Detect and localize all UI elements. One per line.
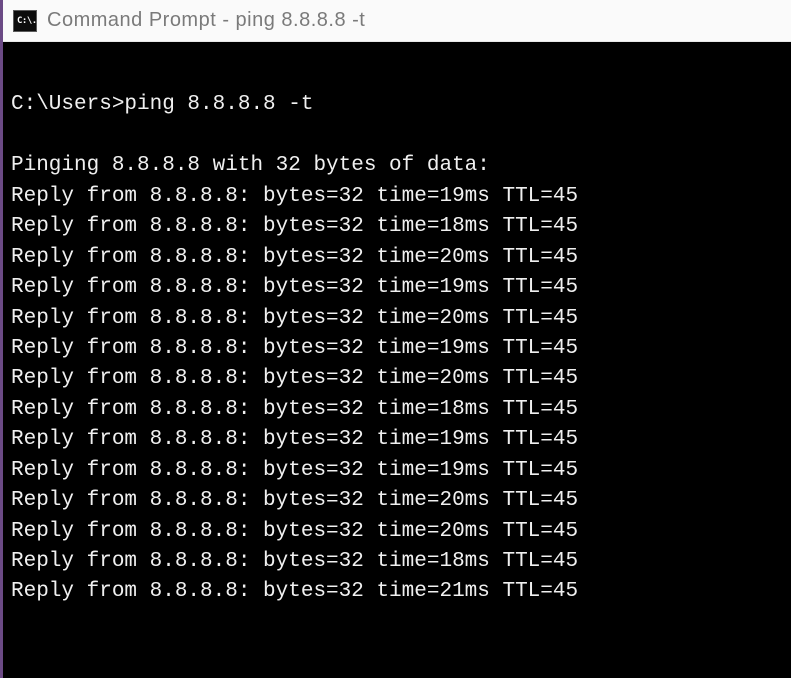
blank-line (11, 60, 783, 90)
ping-reply-line: Reply from 8.8.8.8: bytes=32 time=21ms T… (11, 577, 783, 607)
window-title: Command Prompt - ping 8.8.8.8 -t (47, 9, 365, 32)
ping-reply-line: Reply from 8.8.8.8: bytes=32 time=19ms T… (11, 182, 783, 212)
ping-reply-line: Reply from 8.8.8.8: bytes=32 time=19ms T… (11, 425, 783, 455)
ping-reply-line: Reply from 8.8.8.8: bytes=32 time=20ms T… (11, 364, 783, 394)
command-prompt-icon: C:\. (13, 10, 37, 32)
ping-reply-line: Reply from 8.8.8.8: bytes=32 time=18ms T… (11, 212, 783, 242)
command-prompt-window: C:\. Command Prompt - ping 8.8.8.8 -t C:… (3, 0, 791, 678)
blank-line (11, 121, 783, 151)
ping-replies: Reply from 8.8.8.8: bytes=32 time=19ms T… (11, 182, 783, 608)
ping-reply-line: Reply from 8.8.8.8: bytes=32 time=19ms T… (11, 273, 783, 303)
terminal-output[interactable]: C:\Users>ping 8.8.8.8 -t Pinging 8.8.8.8… (3, 42, 791, 678)
prompt-line: C:\Users>ping 8.8.8.8 -t (11, 90, 783, 120)
ping-reply-line: Reply from 8.8.8.8: bytes=32 time=19ms T… (11, 456, 783, 486)
ping-reply-line: Reply from 8.8.8.8: bytes=32 time=20ms T… (11, 517, 783, 547)
ping-reply-line: Reply from 8.8.8.8: bytes=32 time=20ms T… (11, 304, 783, 334)
ping-reply-line: Reply from 8.8.8.8: bytes=32 time=19ms T… (11, 334, 783, 364)
ping-reply-line: Reply from 8.8.8.8: bytes=32 time=20ms T… (11, 243, 783, 273)
command-prompt-icon-label: C:\. (17, 16, 37, 26)
ping-reply-line: Reply from 8.8.8.8: bytes=32 time=20ms T… (11, 486, 783, 516)
ping-header-line: Pinging 8.8.8.8 with 32 bytes of data: (11, 151, 783, 181)
ping-reply-line: Reply from 8.8.8.8: bytes=32 time=18ms T… (11, 395, 783, 425)
titlebar[interactable]: C:\. Command Prompt - ping 8.8.8.8 -t (3, 0, 791, 42)
ping-reply-line: Reply from 8.8.8.8: bytes=32 time=18ms T… (11, 547, 783, 577)
